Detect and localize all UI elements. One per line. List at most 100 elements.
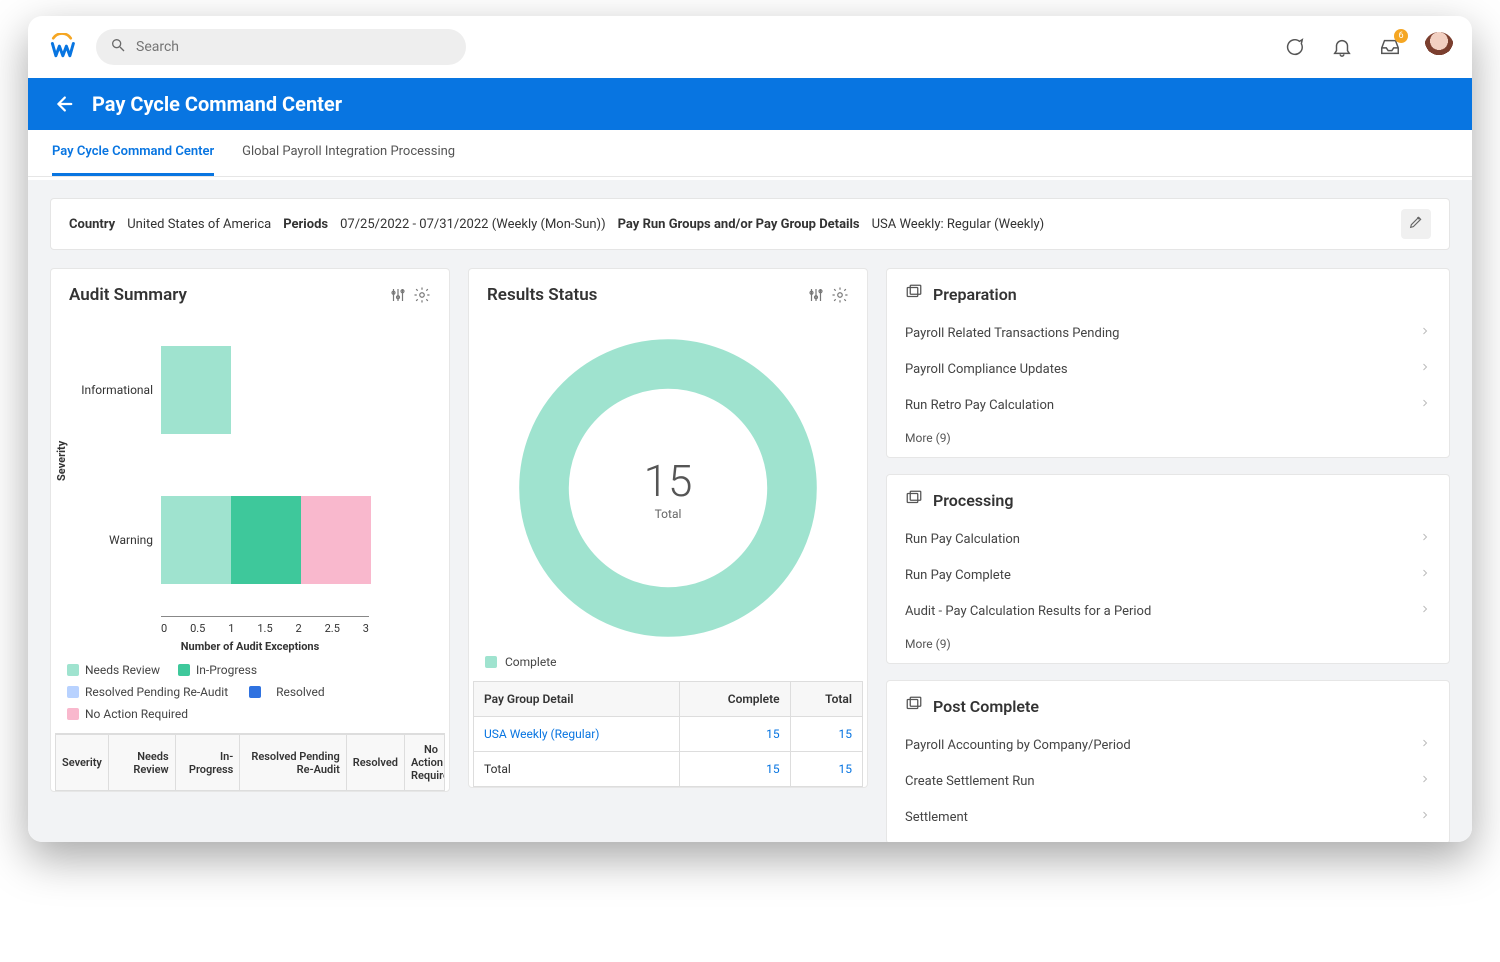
x-axis-label: Number of Audit Exceptions [51,640,449,653]
page-title: Pay Cycle Command Center [92,92,342,116]
results-donut[interactable]: 15 Total [513,333,823,643]
bar-cat-informational: Informational [73,383,153,397]
inbox-badge: 6 [1394,29,1408,43]
tab-global-payroll[interactable]: Global Payroll Integration Processing [242,130,455,176]
post-link-2[interactable]: Settlement [905,799,1431,835]
filter-country-value: United States of America [127,217,271,232]
results-status-title: Results Status [487,285,597,305]
audit-chart: Severity Informational Warning [51,311,449,661]
th-complete[interactable]: Complete [680,682,790,717]
chevron-right-icon [1419,325,1431,341]
chevron-right-icon [1419,361,1431,377]
processing-title: Processing [933,491,1013,510]
proc-more[interactable]: More (9) [905,629,1431,655]
filter-country-label: Country [69,217,115,232]
legend-no-action[interactable]: No Action Required [67,707,188,721]
top-bar: 6 [28,16,1472,78]
cell-total[interactable]: 15 [790,752,862,787]
workday-logo[interactable] [46,31,78,63]
proc-link-1[interactable]: Run Pay Complete [905,557,1431,593]
th-in-progress[interactable]: In-Progress [175,735,240,791]
prep-link-1[interactable]: Payroll Compliance Updates [905,351,1431,387]
th-resolved-pending[interactable]: Resolved Pending Re-Audit [240,735,346,791]
table-row: USA Weekly (Regular) 15 15 [474,717,863,752]
filter-groups-label: Pay Run Groups and/or Pay Group Details [618,217,860,232]
chevron-right-icon [1419,531,1431,547]
audit-table: Severity Needs Review In-Progress Resolv… [55,733,445,791]
post-link-0[interactable]: Payroll Accounting by Company/Period [905,727,1431,763]
th-total[interactable]: Total [790,682,862,717]
prep-more[interactable]: More (9) [905,423,1431,449]
bar-seg-warning-in-progress[interactable] [231,496,301,584]
cards-icon [905,489,923,511]
results-table: Pay Group Detail Complete Total USA Week… [473,681,863,787]
x-ticks: 0 0.5 1 1.5 2 2.5 3 [161,622,369,635]
x-axis-line [161,616,369,617]
bar-seg-warning-needs-review[interactable] [161,496,231,584]
th-severity[interactable]: Severity [56,735,109,791]
gear-icon[interactable] [831,286,849,304]
filter-periods-label: Periods [283,217,328,232]
gear-icon[interactable] [413,286,431,304]
cards-icon [905,695,923,717]
chevron-right-icon [1419,737,1431,753]
proc-link-0[interactable]: Run Pay Calculation [905,521,1431,557]
cell-complete[interactable]: 15 [680,752,790,787]
chevron-right-icon [1419,773,1431,789]
cell-total-label: Total [474,752,680,787]
tab-command-center[interactable]: Pay Cycle Command Center [52,130,214,176]
chevron-right-icon [1419,809,1431,825]
legend-needs-review[interactable]: Needs Review [67,663,160,677]
edit-filters-button[interactable] [1401,209,1431,239]
audit-legend: Needs Review In-Progress Resolved Pendin… [51,661,449,723]
cell-total[interactable]: 15 [790,717,862,752]
results-legend: Complete [469,649,867,675]
donut-total-label: Total [655,507,682,521]
sliders-icon[interactable] [807,286,825,304]
preparation-section: Preparation Payroll Related Transactions… [886,268,1450,458]
filter-bar: Country United States of America Periods… [50,198,1450,250]
th-resolved[interactable]: Resolved [346,735,404,791]
chevron-right-icon [1419,603,1431,619]
legend-in-progress[interactable]: In-Progress [178,663,257,677]
search-input[interactable] [136,39,452,55]
cell-complete[interactable]: 15 [680,717,790,752]
prep-link-0[interactable]: Payroll Related Transactions Pending [905,315,1431,351]
bar-seg-informational-needs-review[interactable] [161,346,231,434]
th-pay-group[interactable]: Pay Group Detail [474,682,680,717]
legend-resolved-pending[interactable]: Resolved Pending Re-Audit Resolved [67,685,433,699]
cell-group-link[interactable]: USA Weekly (Regular) [474,717,680,752]
bar-seg-warning-no-action[interactable] [301,496,371,584]
legend-swatch-complete [485,656,497,668]
chat-icon[interactable] [1280,33,1308,61]
table-row-total: Total 15 15 [474,752,863,787]
back-arrow-icon[interactable] [52,93,74,115]
filter-groups-value: USA Weekly: Regular (Weekly) [872,217,1045,232]
donut-total-value: 15 [644,455,693,507]
prep-link-2[interactable]: Run Retro Pay Calculation [905,387,1431,423]
right-column: Preparation Payroll Related Transactions… [886,268,1450,842]
chevron-right-icon [1419,397,1431,413]
processing-section: Processing Run Pay Calculation Run Pay C… [886,474,1450,664]
filter-periods-value: 07/25/2022 - 07/31/2022 (Weekly (Mon-Sun… [340,217,606,232]
tabs: Pay Cycle Command Center Global Payroll … [28,130,1472,177]
inbox-icon[interactable]: 6 [1376,33,1404,61]
chevron-right-icon [1419,567,1431,583]
bell-icon[interactable] [1328,33,1356,61]
sliders-icon[interactable] [389,286,407,304]
avatar[interactable] [1424,32,1454,62]
legend-complete[interactable]: Complete [505,655,557,669]
page-header: Pay Cycle Command Center [28,78,1472,130]
pencil-icon [1408,214,1424,234]
th-no-action[interactable]: No Action Required [404,735,444,791]
audit-summary-title: Audit Summary [69,285,187,305]
preparation-title: Preparation [933,285,1017,304]
search-box[interactable] [96,29,466,65]
cards-icon [905,283,923,305]
th-needs-review[interactable]: Needs Review [108,735,175,791]
post-link-1[interactable]: Create Settlement Run [905,763,1431,799]
post-complete-section: Post Complete Payroll Accounting by Comp… [886,680,1450,842]
bar-cat-warning: Warning [73,533,153,547]
y-axis-label: Severity [55,441,68,481]
proc-link-2[interactable]: Audit - Pay Calculation Results for a Pe… [905,593,1431,629]
